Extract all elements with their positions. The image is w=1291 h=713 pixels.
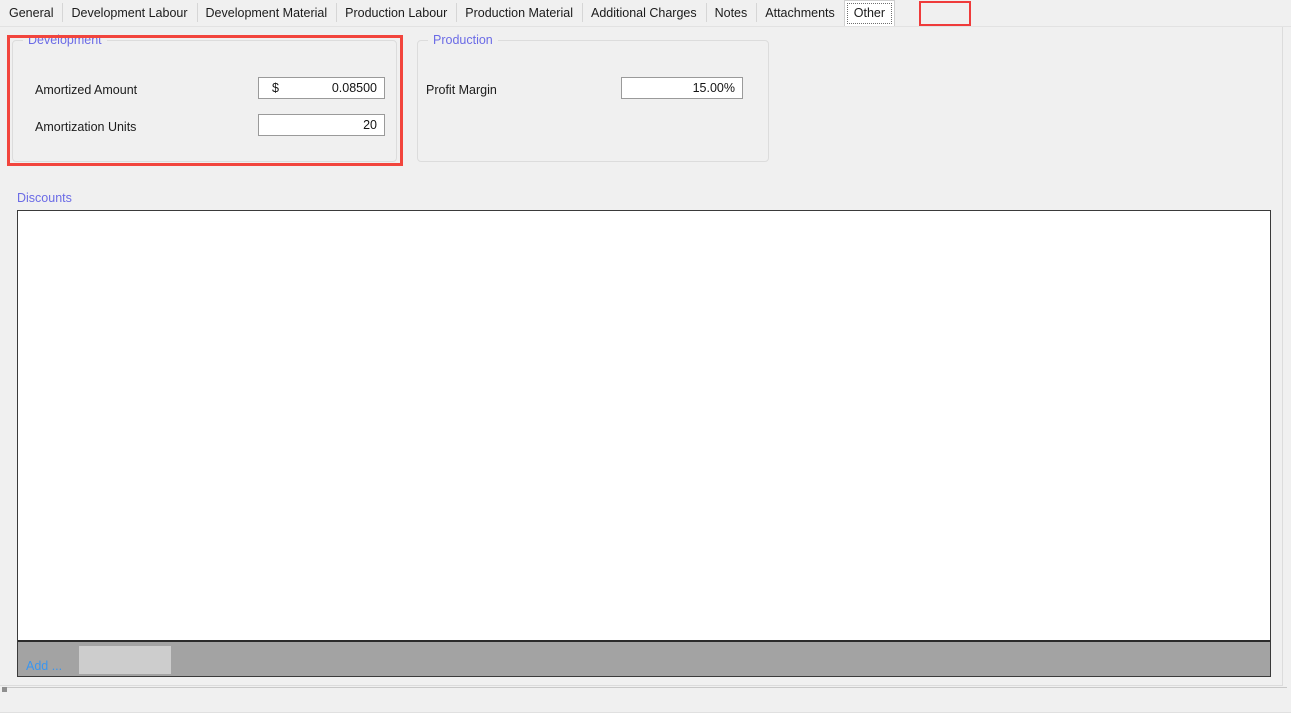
application-window: General Development Labour Development M… (0, 0, 1291, 713)
label-profit-margin: Profit Margin (426, 83, 497, 97)
tab-label: Production Labour (345, 6, 448, 20)
tab-label: Additional Charges (590, 6, 697, 20)
input-profit-margin-value: 15.00% (692, 81, 735, 95)
input-amortization-units[interactable]: 20 (258, 114, 385, 136)
tab-development-material[interactable]: Development Material (196, 0, 337, 26)
input-amortized-amount[interactable]: $ 0.08500 (258, 77, 385, 99)
input-profit-margin[interactable]: 15.00% (621, 77, 743, 99)
add-row-placeholder-box (79, 646, 171, 674)
discounts-add-bar: Add ... (18, 640, 1270, 676)
label-amortized-amount: Amortized Amount (35, 83, 138, 97)
discounts-list[interactable] (18, 211, 1270, 640)
tab-label: Production Material (465, 6, 573, 20)
add-discount-link[interactable]: Add ... (26, 659, 62, 673)
tab-label: Other (853, 6, 886, 20)
tab-development-labour[interactable]: Development Labour (62, 0, 196, 26)
group-production-title: Production (428, 33, 498, 47)
tab-general[interactable]: General (0, 0, 62, 26)
tab-page-other: Development Amortized Amount $ 0.08500 A… (0, 27, 1283, 686)
status-bar-left-marker (2, 687, 7, 692)
tab-attachments[interactable]: Attachments (756, 0, 843, 26)
group-development: Development Amortized Amount $ 0.08500 A… (12, 33, 397, 162)
tab-label: Attachments (765, 6, 835, 20)
tab-additional-charges[interactable]: Additional Charges (581, 0, 706, 26)
input-amortized-amount-value: 0.08500 (331, 81, 377, 95)
label-amortization-units: Amortization Units (35, 120, 137, 134)
tab-label: Development Labour (71, 6, 188, 20)
discounts-panel: Add ... (17, 210, 1271, 677)
tab-label: General (9, 6, 54, 20)
tab-bar: General Development Labour Development M… (0, 0, 1291, 27)
section-title-discounts: Discounts (17, 191, 72, 205)
tab-production-labour[interactable]: Production Labour (336, 0, 456, 26)
group-development-title: Development (23, 33, 107, 47)
status-bar (0, 687, 1291, 713)
status-bar-top-rule (2, 687, 1287, 688)
group-production: Production Profit Margin 15.00% (417, 33, 769, 162)
tab-label: Notes (714, 6, 748, 20)
tab-production-material[interactable]: Production Material (456, 0, 582, 26)
tab-other[interactable]: Other (843, 0, 896, 27)
tab-notes[interactable]: Notes (705, 0, 757, 26)
tab-label: Development Material (205, 6, 328, 20)
input-amortization-units-value: 20 (363, 118, 377, 132)
currency-symbol: $ (272, 81, 279, 95)
